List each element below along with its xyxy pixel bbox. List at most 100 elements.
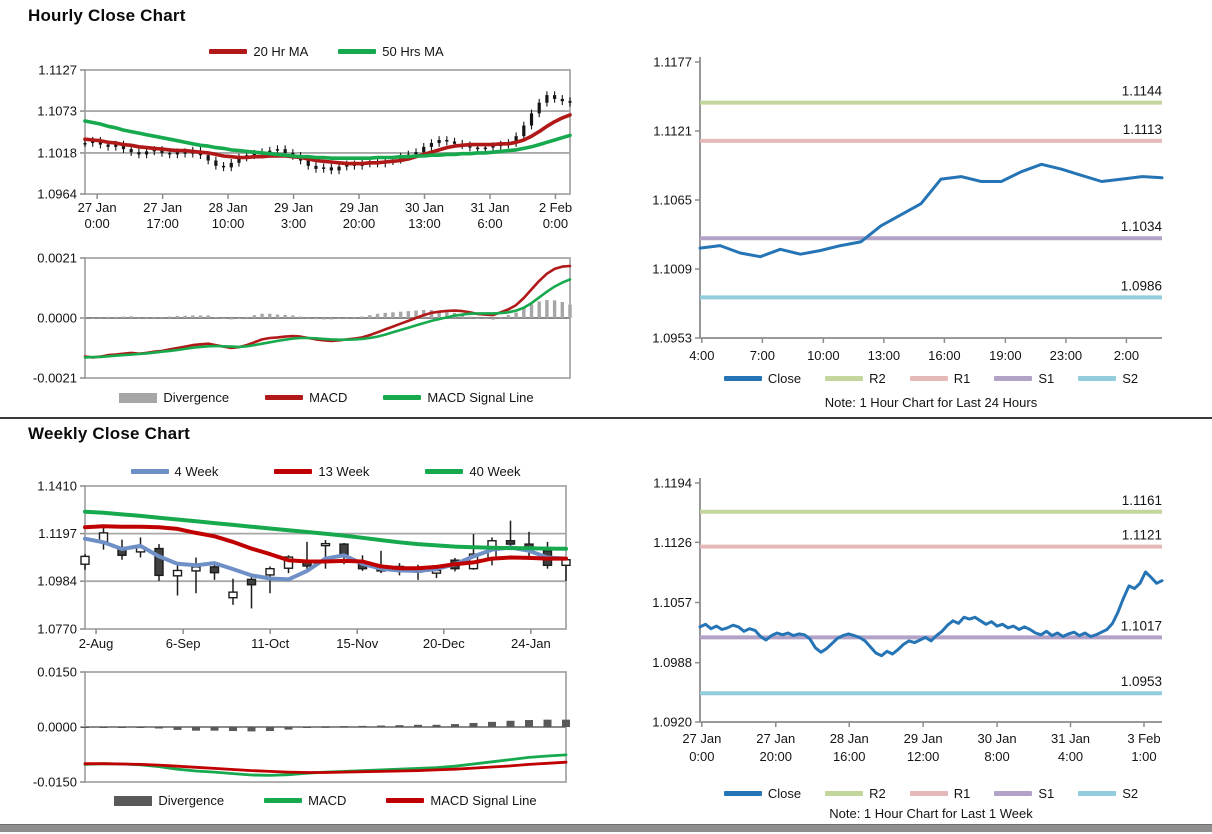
y-tick-label: 0.0000	[37, 720, 77, 735]
y-tick-label: 1.1018	[37, 145, 77, 160]
20-hr-ma-swatch-icon	[209, 49, 248, 54]
legend-item-r2: R2	[825, 786, 886, 801]
y-tick-label: 1.1073	[37, 104, 77, 119]
legend-item-macd: MACD	[265, 390, 347, 405]
legend-label: Divergence	[163, 390, 230, 405]
x-tick-label: 31 Jan	[470, 200, 509, 215]
macd-swatch-icon	[264, 798, 303, 803]
level-label-s1: 1.1017	[1121, 618, 1162, 633]
y-tick-label: 0.0000	[37, 311, 77, 326]
x-tick-label: 19:00	[989, 348, 1022, 363]
weekly_macd-legend: Divergence MACD MACD Signal Line	[85, 793, 566, 808]
legend-label: Divergence	[158, 793, 225, 808]
y-tick-label: 1.1009	[652, 262, 692, 277]
weekly-macd-chart: 0.0150 0.0000 -0.0150	[0, 660, 606, 792]
x-tick-label: 27 Jan	[756, 731, 795, 746]
level-label-r2: 1.1144	[1122, 84, 1163, 99]
legend-label: R2	[869, 786, 886, 801]
legend-item-macd-signal-line: MACD Signal Line	[383, 390, 534, 405]
x-tick-label: 29 Jan	[274, 200, 313, 215]
r2-swatch-icon	[825, 791, 864, 796]
y-tick-label: 0.0150	[37, 665, 77, 680]
x-tick-label: 12:00	[907, 749, 940, 764]
r1-swatch-icon	[909, 376, 948, 381]
legend-item-macd: MACD	[264, 793, 346, 808]
legend-item-20-hr-ma: 20 Hr MA	[209, 44, 308, 59]
x-tick-label: 7:00	[750, 348, 775, 363]
y-tick-label: -0.0150	[33, 775, 77, 790]
legend-item-s2: S2	[1078, 786, 1138, 801]
x-tick-label: 11-Oct	[251, 636, 289, 651]
x-tick-label: 16:00	[833, 749, 866, 764]
4-week-swatch-icon	[130, 469, 169, 474]
y-tick-label: 1.1127	[38, 63, 77, 78]
x-tick-label: 13:00	[408, 216, 441, 231]
hourly_price-legend: 20 Hr MA 50 Hrs MA	[85, 44, 568, 59]
weekly_macd-plot: 0.0150 0.0000 -0.0150	[33, 665, 570, 790]
x-tick-label: 17:00	[146, 216, 179, 231]
weekly-price-chart: 1.1410 1.1197 1.0984 1.0770 2-Aug 6-Sep 11-Oct…	[0, 452, 606, 652]
legend-item-r1: R1	[909, 371, 970, 386]
weekly_price-legend: 4 Week 13 Week 40 Week	[85, 464, 566, 479]
legend-item-close: Close	[723, 371, 801, 386]
legend-label: S2	[1122, 371, 1139, 386]
x-tick-label: 6-Sep	[166, 636, 201, 651]
close-swatch-icon	[723, 376, 762, 381]
close-swatch-icon	[723, 791, 762, 796]
x-tick-label: 8:00	[984, 749, 1009, 764]
legend-item-50-hrs-ma: 50 Hrs MA	[338, 44, 444, 59]
x-tick-label: 2:00	[1114, 348, 1139, 363]
y-tick-label: 1.0988	[652, 655, 692, 670]
legend-item-divergence: Divergence	[119, 390, 229, 405]
40-week-swatch-icon	[425, 469, 464, 474]
legend-label: Close	[767, 786, 802, 801]
s1-swatch-icon	[994, 376, 1033, 381]
y-tick-label: 1.0964	[37, 187, 77, 202]
x-tick-label: 2 Feb	[539, 200, 572, 215]
weekly-section-title: Weekly Close Chart	[28, 424, 191, 443]
x-tick-label: 10:00	[807, 348, 840, 363]
x-tick-label: 6:00	[477, 216, 502, 231]
x-tick-label: 30 Jan	[405, 200, 444, 215]
level-label-s2: 1.0986	[1121, 278, 1162, 293]
x-tick-label: 20-Dec	[423, 636, 465, 651]
series-close	[698, 162, 1164, 259]
x-tick-label: 24-Jan	[511, 636, 551, 651]
weekly_sr-plot: 1.1194 1.1126 1.1057 1.0988 1.0920 1.1161 1.11…	[652, 476, 1164, 764]
series-macd	[83, 264, 572, 359]
legend-label: MACD	[309, 390, 348, 405]
fx-technical-report: Hourly Close Chart Weekly Close Chart 1.…	[0, 0, 1212, 834]
legend-label: MACD Signal Line	[427, 390, 534, 405]
y-tick-label: 1.0984	[37, 574, 77, 589]
x-tick-label: 1:00	[1131, 749, 1156, 764]
x-tick-label: 30 Jan	[978, 731, 1017, 746]
x-tick-label: 10:00	[212, 216, 245, 231]
x-tick-label: 0:00	[543, 216, 568, 231]
50-hrs-ma-swatch-icon	[338, 49, 377, 54]
x-tick-label: 20:00	[759, 749, 792, 764]
x-tick-label: 3 Feb	[1127, 731, 1160, 746]
s2-swatch-icon	[1078, 376, 1117, 381]
y-tick-label: 1.1410	[37, 479, 77, 494]
legend-item-r2: R2	[825, 371, 886, 386]
legend-label: R2	[869, 371, 886, 386]
legend-item-macd-signal-line: MACD Signal Line	[386, 793, 537, 808]
weekly-support-resistance-chart: 1.1194 1.1126 1.1057 1.0988 1.0920 1.1161 1.11…	[606, 417, 1212, 834]
x-tick-label: 27 Jan	[143, 200, 182, 215]
x-tick-label: 4:00	[1058, 749, 1083, 764]
bottom-border	[0, 824, 1212, 832]
level-label-s1: 1.1034	[1121, 219, 1163, 234]
legend-item-divergence: Divergence	[114, 793, 224, 808]
legend-item-r1: R1	[909, 786, 970, 801]
y-tick-label: 1.1177	[653, 55, 692, 70]
s2-swatch-icon	[1078, 791, 1117, 796]
s1-swatch-icon	[994, 791, 1033, 796]
weekly_sr-legend: Close R2 R1 S1 S2	[700, 786, 1162, 801]
y-tick-label: 1.1121	[653, 124, 692, 139]
y-tick-label: 1.1057	[652, 595, 692, 610]
legend-item-13-week: 13 Week	[274, 464, 369, 479]
hourly-section-title: Hourly Close Chart	[28, 6, 186, 25]
divergence-swatch-icon	[119, 392, 158, 403]
x-tick-label: 4:00	[689, 348, 714, 363]
hourly_price-plot: 1.11271.10731.10181.096427 Jan0:0027 Jan…	[37, 63, 572, 232]
